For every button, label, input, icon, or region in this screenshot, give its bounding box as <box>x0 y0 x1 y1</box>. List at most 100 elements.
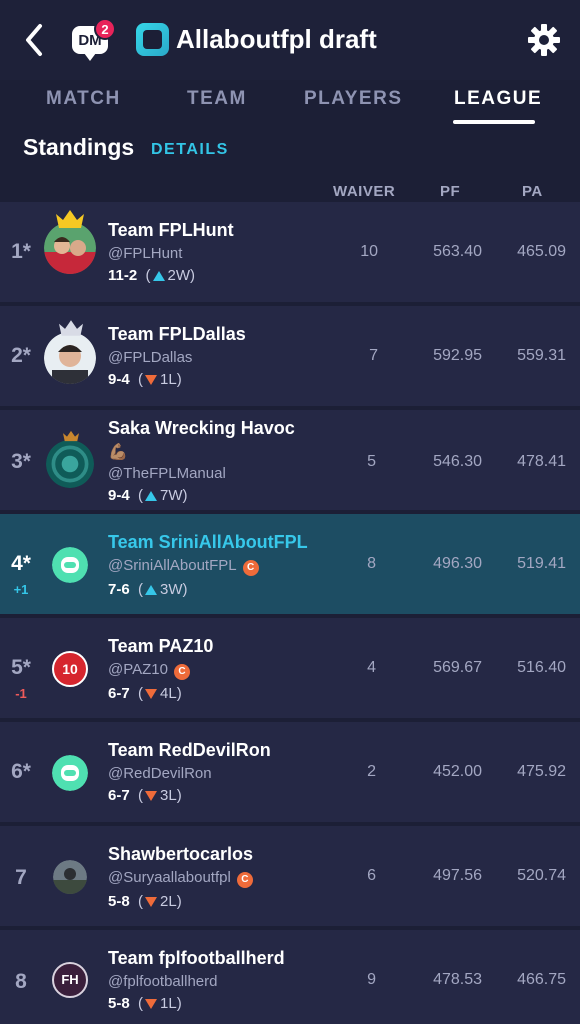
record: 5-8 (1L) <box>108 995 182 1012</box>
pa-value: 478.41 <box>517 453 566 470</box>
waiver-value: 4 <box>367 659 376 676</box>
standings-row[interactable]: 6* Team RedDevilRon @RedDevilRon 6-7 (3L… <box>0 722 580 822</box>
streak-down-icon <box>145 897 158 907</box>
rank: 3* <box>11 450 31 473</box>
pa-value: 559.31 <box>517 347 566 364</box>
manager-handle: @Suryaallaboutfpl C <box>108 869 253 888</box>
pa-value: 466.75 <box>517 971 566 988</box>
avatar <box>44 222 96 274</box>
standings-row-current-user[interactable]: 4* +1 Team SriniAllAboutFPL @SriniAllAbo… <box>0 514 580 614</box>
pa-value: 516.40 <box>517 659 566 676</box>
pf-value: 563.40 <box>433 243 482 260</box>
page-title: Allaboutfpl draft <box>176 24 377 54</box>
record: 5-8 (2L) <box>108 893 182 910</box>
rank-change: -1 <box>15 686 27 701</box>
record: 6-7 (3L) <box>108 787 182 804</box>
rank: 4* <box>11 552 31 575</box>
crown-icon <box>59 320 83 336</box>
column-header-waiver[interactable]: WAIVER <box>333 183 395 200</box>
tab-players[interactable]: PLAYERS <box>304 88 403 110</box>
rank-change: +1 <box>13 582 29 597</box>
tab-bar: MATCH TEAM PLAYERS LEAGUE <box>0 80 580 128</box>
streak-down-icon <box>145 375 158 385</box>
pf-value: 546.30 <box>433 453 482 470</box>
record: 9-4 (7W) <box>108 487 188 504</box>
default-avatar-icon <box>52 755 88 791</box>
rank: 7 <box>15 866 27 889</box>
waiver-value: 2 <box>367 763 376 780</box>
rank: 2* <box>11 344 31 367</box>
team-name: Shawbertocarlos <box>108 844 254 864</box>
pf-value: 496.30 <box>433 555 482 572</box>
commissioner-badge-icon: C <box>242 560 259 576</box>
manager-handle: @TheFPLManual <box>108 465 226 482</box>
rank: 6* <box>11 760 31 783</box>
chevron-left-icon <box>26 24 42 56</box>
crown-icon <box>56 210 84 228</box>
manager-handle: @PAZ10 C <box>108 661 190 680</box>
streak-up-icon <box>145 491 158 501</box>
rank: 1* <box>11 240 31 263</box>
team-name: Team SriniAllAboutFPL <box>108 532 308 552</box>
pf-value: 592.95 <box>433 347 482 364</box>
waiver-value: 9 <box>367 971 376 988</box>
top-bar: DM 2 Allaboutfpl draft <box>0 0 580 80</box>
avatar <box>44 332 96 384</box>
pf-value: 478.53 <box>433 971 482 988</box>
record: 6-7 (4L) <box>108 685 182 702</box>
pf-value: 452.00 <box>433 763 482 780</box>
waiver-value: 6 <box>367 867 376 884</box>
standings-row[interactable]: 5* -1 10 Team PAZ10 @PAZ10 C 6-7 (4L) 4 5… <box>0 618 580 718</box>
manager-handle: @FPLDallas <box>108 349 193 366</box>
team-name: Team PAZ10 <box>108 636 214 656</box>
settings-button[interactable] <box>527 23 561 57</box>
details-link[interactable]: DETAILS <box>151 141 229 159</box>
waiver-value: 7 <box>369 347 378 364</box>
back-button[interactable] <box>20 22 50 58</box>
waiver-value: 5 <box>367 453 376 470</box>
rank: 5* <box>11 656 31 679</box>
streak-down-icon <box>145 791 158 801</box>
pa-value: 520.74 <box>517 867 566 884</box>
active-tab-indicator <box>453 120 535 124</box>
dm-unread-badge: 2 <box>94 18 116 40</box>
team-emoji: 💪🏽 <box>108 444 128 461</box>
avatar: 10 <box>52 651 88 687</box>
streak-down-icon <box>145 999 158 1009</box>
column-header-pf[interactable]: PF <box>440 183 460 200</box>
standings-row[interactable]: 7 Shawbertocarlos @Suryaallaboutfpl C 5-8… <box>0 826 580 926</box>
commissioner-badge-icon: C <box>173 664 190 680</box>
dm-button[interactable]: DM 2 <box>72 18 116 61</box>
standings-row[interactable]: 8 FH Team fplfootballherd @fplfootballhe… <box>0 930 580 1024</box>
tab-match[interactable]: MATCH <box>46 88 121 110</box>
streak-up-icon <box>152 271 165 281</box>
pa-value: 465.09 <box>517 243 566 260</box>
team-name: Team fplfootballherd <box>108 948 285 968</box>
pa-value: 519.41 <box>517 555 566 572</box>
manager-handle: @RedDevilRon <box>108 765 212 782</box>
record: 9-4 (1L) <box>108 371 182 388</box>
avatar: FH <box>52 962 88 998</box>
team-name: Saka Wrecking Havoc <box>108 418 295 438</box>
standings-row[interactable]: 2* Team FPLDallas @FPLDallas 9-4 (1L) 7 … <box>0 306 580 406</box>
column-header-pa[interactable]: PA <box>522 183 543 200</box>
standings-row[interactable]: 3* Saka Wrecking Havoc 💪🏽 @TheFPLManual … <box>0 410 580 510</box>
standings-heading: Standings <box>23 134 135 160</box>
commissioner-badge-icon: C <box>236 872 253 888</box>
manager-handle: @SriniAllAboutFPL C <box>108 557 259 576</box>
pa-value: 475.92 <box>517 763 566 780</box>
gear-icon <box>528 24 560 56</box>
league-logo-icon <box>136 23 169 56</box>
pf-value: 569.67 <box>433 659 482 676</box>
manager-handle: @fplfootballherd <box>108 973 218 990</box>
standings-row[interactable]: 1* Team FPLHunt @FPLHunt 11-2 (2W) 10 56… <box>0 202 580 302</box>
rank: 8 <box>15 970 27 993</box>
avatar <box>46 440 94 488</box>
team-name: Team FPLDallas <box>108 324 246 344</box>
tab-league[interactable]: LEAGUE <box>454 88 542 110</box>
avatar <box>53 860 87 894</box>
streak-down-icon <box>145 689 158 699</box>
waiver-value: 8 <box>367 555 376 572</box>
tab-team[interactable]: TEAM <box>187 88 247 110</box>
pf-value: 497.56 <box>433 867 482 884</box>
